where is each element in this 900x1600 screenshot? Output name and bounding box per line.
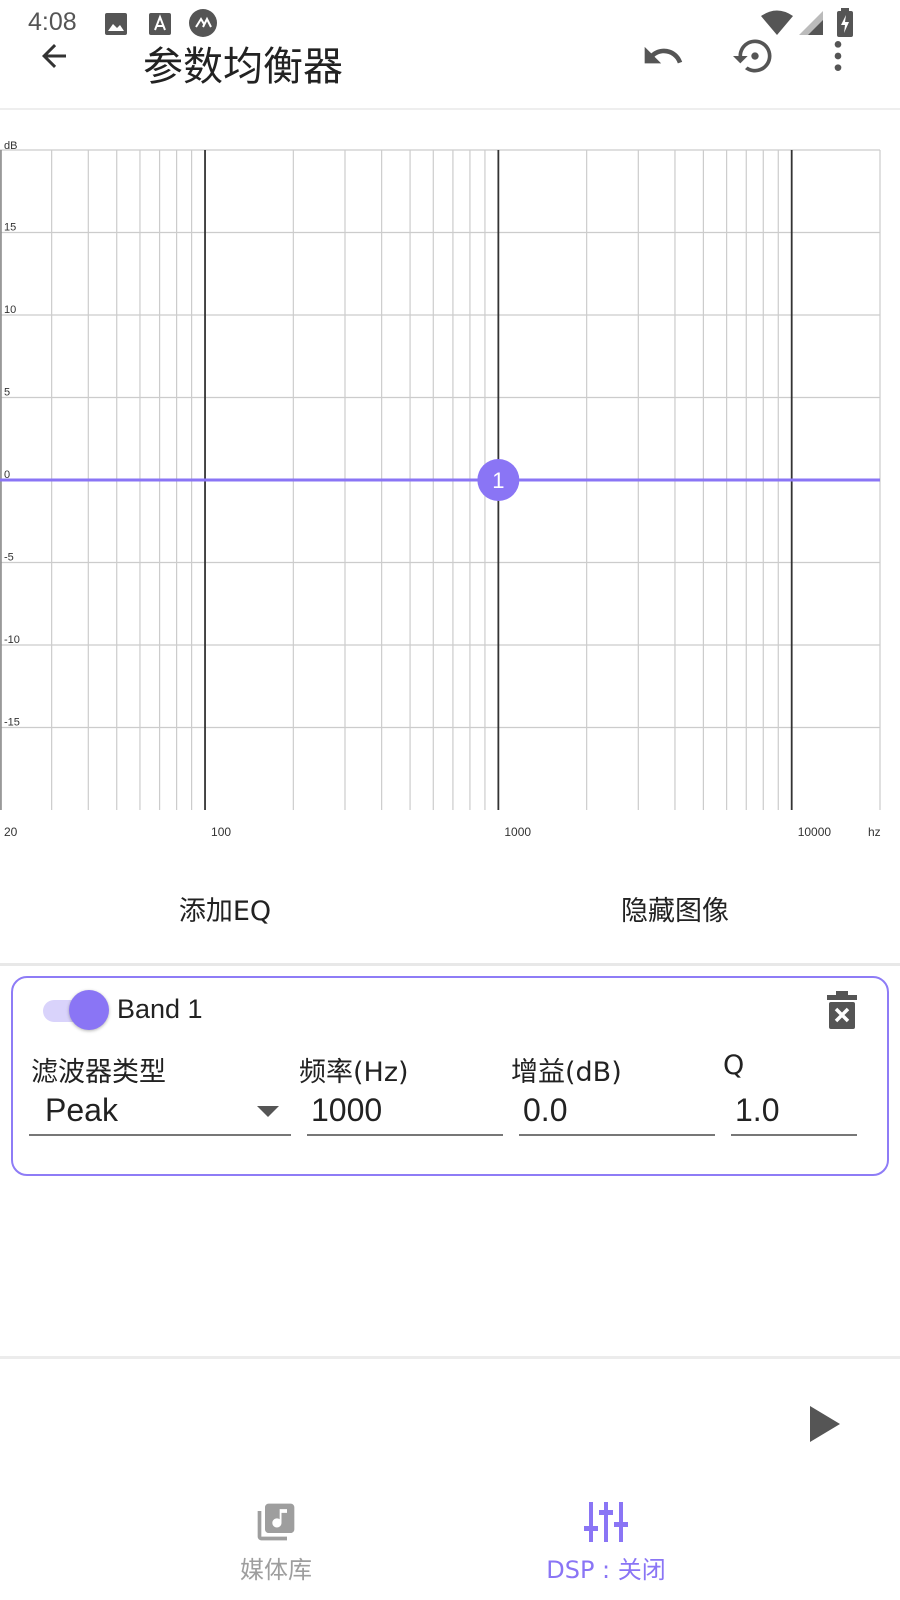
app-bar: 参数均衡器	[0, 20, 900, 110]
band-card: Band 1 滤波器类型 频率(Hz) 增益(dB) Q Peak 1000 0…	[11, 976, 889, 1176]
play-button[interactable]	[806, 1402, 846, 1446]
equalizer-sliders-icon	[584, 1502, 628, 1542]
frequency-label: 频率(Hz)	[299, 1057, 409, 1088]
q-label: Q	[723, 1050, 745, 1081]
y-tick-label: -10	[4, 634, 20, 646]
add-eq-button[interactable]: 添加EQ	[110, 868, 340, 948]
nav-dsp[interactable]: DSP : 关闭	[506, 1500, 706, 1600]
x-tick-label: 20	[4, 825, 18, 839]
more-vert-icon	[834, 41, 842, 71]
toggle-thumb	[69, 990, 109, 1030]
page-title: 参数均衡器	[143, 44, 343, 90]
player-divider	[0, 1356, 900, 1359]
restore-icon	[733, 39, 772, 73]
y-unit-label: dB	[4, 140, 17, 152]
back-button[interactable]	[30, 32, 78, 80]
x-tick-label: 10000	[798, 825, 832, 839]
play-icon	[810, 1406, 840, 1442]
eq-response-chart[interactable]: 15 10 5 0 -5 -10 -15 dB 20 100 1000 10000 hz 1	[0, 136, 900, 856]
section-divider	[0, 963, 900, 966]
band-marker-label: 1	[492, 468, 504, 493]
nav-library[interactable]: 媒体库	[176, 1500, 376, 1600]
q-input[interactable]: 1.0	[731, 1086, 857, 1136]
reset-button[interactable]	[730, 32, 780, 80]
dropdown-arrow-icon	[257, 1106, 279, 1117]
y-tick-label: 15	[4, 222, 16, 234]
band-name: Band 1	[117, 994, 203, 1024]
x-unit-label: hz	[868, 825, 881, 839]
delete-icon	[827, 991, 857, 1029]
action-row: 添加EQ 隐藏图像	[0, 868, 900, 948]
y-tick-label: 5	[4, 387, 10, 399]
undo-icon	[644, 46, 683, 64]
eq-chart-svg[interactable]: 151050-5-10-15dB20 100 1000 10000 hz1	[0, 136, 900, 856]
hide-graph-button[interactable]: 隐藏图像	[560, 868, 790, 948]
x-tick-label: 100	[211, 825, 231, 839]
y-tick-label: -5	[4, 552, 14, 564]
gain-input[interactable]: 0.0	[519, 1086, 715, 1136]
delete-band-button[interactable]	[825, 990, 859, 1030]
frequency-input[interactable]: 1000	[307, 1086, 503, 1136]
y-tick-label: -15	[4, 717, 20, 729]
y-tick-label: 10	[4, 304, 16, 316]
filter-type-value: Peak	[45, 1092, 118, 1128]
filter-type-select[interactable]: Peak	[29, 1086, 291, 1136]
more-options-button[interactable]	[818, 32, 858, 80]
x-tick-label: 1000	[504, 825, 531, 839]
arrow-back-icon	[42, 44, 66, 68]
band-enable-toggle[interactable]	[43, 990, 109, 1030]
undo-button[interactable]	[638, 32, 688, 80]
nav-library-label: 媒体库	[240, 1556, 312, 1584]
filter-type-label: 滤波器类型	[31, 1057, 166, 1088]
gain-label: 增益(dB)	[511, 1057, 622, 1088]
nav-dsp-label: DSP : 关闭	[546, 1556, 666, 1584]
library-music-icon	[257, 1503, 295, 1541]
